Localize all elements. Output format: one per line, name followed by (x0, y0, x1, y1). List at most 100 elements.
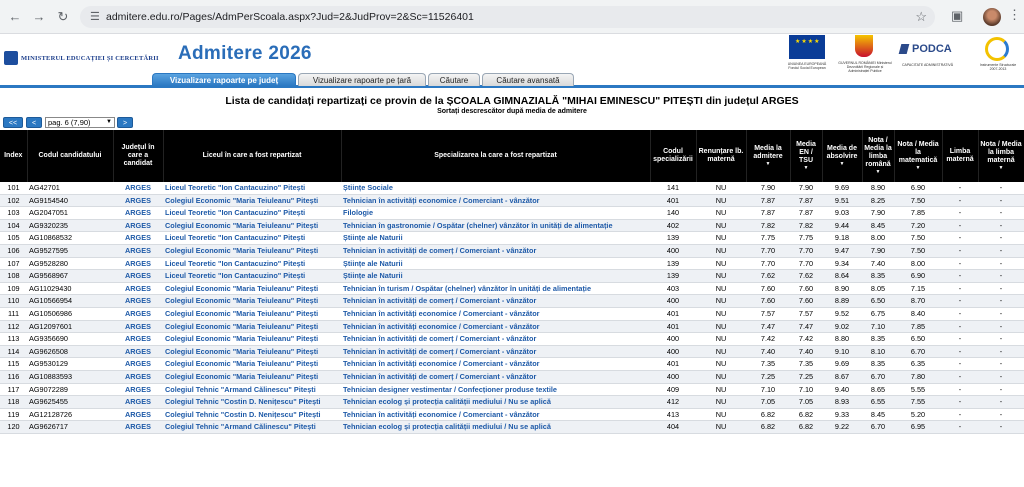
cell-specialization[interactable]: Tehnician în activități economice / Come… (341, 357, 650, 371)
sort-arrow-icon[interactable]: ▼ (748, 161, 789, 167)
cell-specialization[interactable]: Științe ale Naturii (341, 269, 650, 283)
cell-highschool[interactable]: Colegiul Economic "Maria Teiuleanu" Pite… (163, 307, 341, 321)
back-arrow-icon[interactable]: ← (6, 8, 24, 26)
cell-highschool[interactable]: Colegiul Economic "Maria Teiuleanu" Pite… (163, 294, 341, 308)
cell-county[interactable]: ARGES (113, 307, 163, 321)
col-math-grade-header[interactable]: Nota / Media la matematică ▼ (894, 130, 943, 182)
cell-specialization[interactable]: Tehnician în turism / Ospătar (chelner) … (341, 282, 650, 296)
browser-menu-icon[interactable]: ⋮ (1008, 7, 1021, 23)
cell-county[interactable]: ARGES (113, 219, 163, 233)
cell-highschool[interactable]: Colegiul Tehnic "Costin D. Nenițescu" Pi… (163, 395, 341, 409)
cell-highschool[interactable]: Colegiul Economic "Maria Teiuleanu" Pite… (163, 282, 341, 296)
next-page-button[interactable]: > (117, 117, 133, 128)
cell-highschool[interactable]: Colegiul Economic "Maria Teiuleanu" Pite… (163, 332, 341, 346)
col-mother-tongue-header[interactable]: Limba maternă (942, 130, 979, 182)
sort-arrow-icon[interactable]: ▼ (896, 165, 941, 171)
cell-specialization[interactable]: Științe ale Naturii (341, 257, 650, 271)
cell-highschool[interactable]: Colegiul Economic "Maria Teiuleanu" Pite… (163, 370, 341, 384)
cell-county[interactable]: ARGES (113, 294, 163, 308)
cell-county[interactable]: ARGES (113, 269, 163, 283)
col-mother-tongue-waiver-header[interactable]: Renunțare lb. maternă (696, 130, 747, 182)
cell-highschool[interactable]: Colegiul Economic "Maria Teiuleanu" Pite… (163, 219, 341, 233)
cell-specialization[interactable]: Tehnician ecolog și protecția calității … (341, 420, 650, 434)
cell-specialization[interactable]: Filologie (341, 206, 650, 220)
cell-county[interactable]: ARGES (113, 332, 163, 346)
cell-specialization[interactable]: Tehnician ecolog și protecția calității … (341, 395, 650, 409)
sort-arrow-icon[interactable]: ▼ (792, 165, 821, 171)
cell-highschool[interactable]: Colegiul Tehnic "Costin D. Nenițescu" Pi… (163, 408, 341, 422)
col-romanian-grade-header[interactable]: Nota / Media la limba română ▼ (862, 130, 895, 182)
cell-highschool[interactable]: Colegiul Economic "Maria Teiuleanu" Pite… (163, 194, 341, 208)
cell-mother-tongue: - (942, 294, 978, 308)
col-en-tsu-average-header[interactable]: Media EN / TSU ▼ (790, 130, 823, 182)
cell-county[interactable]: ARGES (113, 395, 163, 409)
tab-county-reports[interactable]: Vizualizare rapoarte pe județ (152, 73, 296, 86)
col-specialization-header[interactable]: Specializarea la care a fost repartizat (341, 130, 651, 182)
cell-county[interactable]: ARGES (113, 194, 163, 208)
first-page-button[interactable]: << (3, 117, 23, 128)
cell-county[interactable]: ARGES (113, 182, 163, 195)
cell-county[interactable]: ARGES (113, 383, 163, 397)
profile-avatar[interactable] (983, 8, 1001, 26)
cell-highschool[interactable]: Liceul Teoretic "Ion Cantacuzino" Piteșt… (163, 182, 341, 195)
bookmark-star-icon[interactable]: ☆ (915, 9, 927, 25)
tab-search[interactable]: Căutare (428, 73, 480, 86)
site-info-icon[interactable]: ☰ (90, 10, 100, 23)
cell-highschool[interactable]: Colegiul Economic "Maria Teiuleanu" Pite… (163, 345, 341, 359)
cell-county[interactable]: ARGES (113, 357, 163, 371)
cell-highschool[interactable]: Liceul Teoretic "Ion Cantacuzino" Piteșt… (163, 257, 341, 271)
cell-specialization[interactable]: Tehnician în activități de comerț / Come… (341, 332, 650, 346)
cell-county[interactable]: ARGES (113, 320, 163, 334)
previous-page-button[interactable]: < (26, 117, 42, 128)
cell-highschool[interactable]: Colegiul Tehnic "Armand Călinescu" Piteș… (163, 383, 341, 397)
page-select[interactable]: pag. 6 (7,90) ▼ (45, 117, 115, 128)
extensions-icon[interactable]: ▣ (951, 8, 963, 24)
url-text[interactable]: admitere.edu.ro/Pages/AdmPerScoala.aspx?… (106, 11, 474, 23)
cell-specialization[interactable]: Tehnician designer vestimentar / Confecț… (341, 383, 650, 397)
cell-county[interactable]: ARGES (113, 231, 163, 245)
col-index-header[interactable]: Index (0, 130, 28, 182)
col-candidate-code-header[interactable]: Codul candidatului (27, 130, 114, 182)
cell-county[interactable]: ARGES (113, 408, 163, 422)
cell-highschool[interactable]: Colegiul Economic "Maria Teiuleanu" Pite… (163, 244, 341, 258)
cell-highschool[interactable]: Colegiul Economic "Maria Teiuleanu" Pite… (163, 357, 341, 371)
tab-advanced-search[interactable]: Căutare avansată (482, 73, 574, 86)
cell-county[interactable]: ARGES (113, 244, 163, 258)
cell-specialization[interactable]: Tehnician în activități de comerț / Come… (341, 244, 650, 258)
forward-arrow-icon[interactable]: → (30, 8, 48, 26)
col-spec-code-header[interactable]: Codul specializării (650, 130, 697, 182)
col-highschool-header[interactable]: Liceul în care a fost repartizat (163, 130, 342, 182)
cell-specialization[interactable]: Tehnician în activități economice / Come… (341, 320, 650, 334)
cell-county[interactable]: ARGES (113, 345, 163, 359)
cell-county[interactable]: ARGES (113, 206, 163, 220)
sort-arrow-icon[interactable]: ▼ (864, 169, 893, 175)
col-graduation-average-label: Media de absolvire (826, 145, 858, 160)
cell-specialization[interactable]: Tehnician în activități economice / Come… (341, 408, 650, 422)
cell-specialization[interactable]: Tehnician în activități economice / Come… (341, 194, 650, 208)
cell-specialization[interactable]: Tehnician în gastronomie / Ospătar (chel… (341, 219, 650, 233)
address-bar[interactable]: ☰ admitere.edu.ro/Pages/AdmPerScoala.asp… (80, 6, 935, 28)
cell-county[interactable]: ARGES (113, 257, 163, 271)
cell-county[interactable]: ARGES (113, 370, 163, 384)
cell-specialization[interactable]: Tehnician în activități de comerț / Come… (341, 294, 650, 308)
cell-highschool[interactable]: Colegiul Tehnic "Armand Călinescu" Piteș… (163, 420, 341, 434)
cell-specialization[interactable]: Științe ale Naturii (341, 231, 650, 245)
cell-county[interactable]: ARGES (113, 420, 163, 434)
cell-county[interactable]: ARGES (113, 282, 163, 296)
reload-icon[interactable]: ↻ (54, 8, 72, 26)
sort-arrow-icon[interactable]: ▼ (980, 165, 1023, 171)
cell-specialization[interactable]: Tehnician în activități economice / Come… (341, 307, 650, 321)
cell-highschool[interactable]: Colegiul Economic "Maria Teiuleanu" Pite… (163, 320, 341, 334)
tab-country-reports[interactable]: Vizualizare rapoarte pe țară (298, 73, 426, 86)
cell-specialization[interactable]: Tehnician în activități de comerț / Come… (341, 370, 650, 384)
cell-highschool[interactable]: Liceul Teoretic "Ion Cantacuzino" Piteșt… (163, 206, 341, 220)
col-mother-tongue-grade-header[interactable]: Nota / Media la limba maternă ▼ (978, 130, 1024, 182)
cell-highschool[interactable]: Liceul Teoretic "Ion Cantacuzino" Piteșt… (163, 231, 341, 245)
cell-specialization[interactable]: Științe Sociale (341, 182, 650, 195)
cell-specialization[interactable]: Tehnician în activități de comerț / Come… (341, 345, 650, 359)
sort-arrow-icon[interactable]: ▼ (824, 161, 861, 167)
col-graduation-average-header[interactable]: Media de absolvire ▼ (822, 130, 863, 182)
col-admission-average-header[interactable]: Media la admitere ▼ (746, 130, 791, 182)
col-county-header[interactable]: Județul în care a candidat (113, 130, 164, 182)
cell-highschool[interactable]: Liceul Teoretic "Ion Cantacuzino" Piteșt… (163, 269, 341, 283)
